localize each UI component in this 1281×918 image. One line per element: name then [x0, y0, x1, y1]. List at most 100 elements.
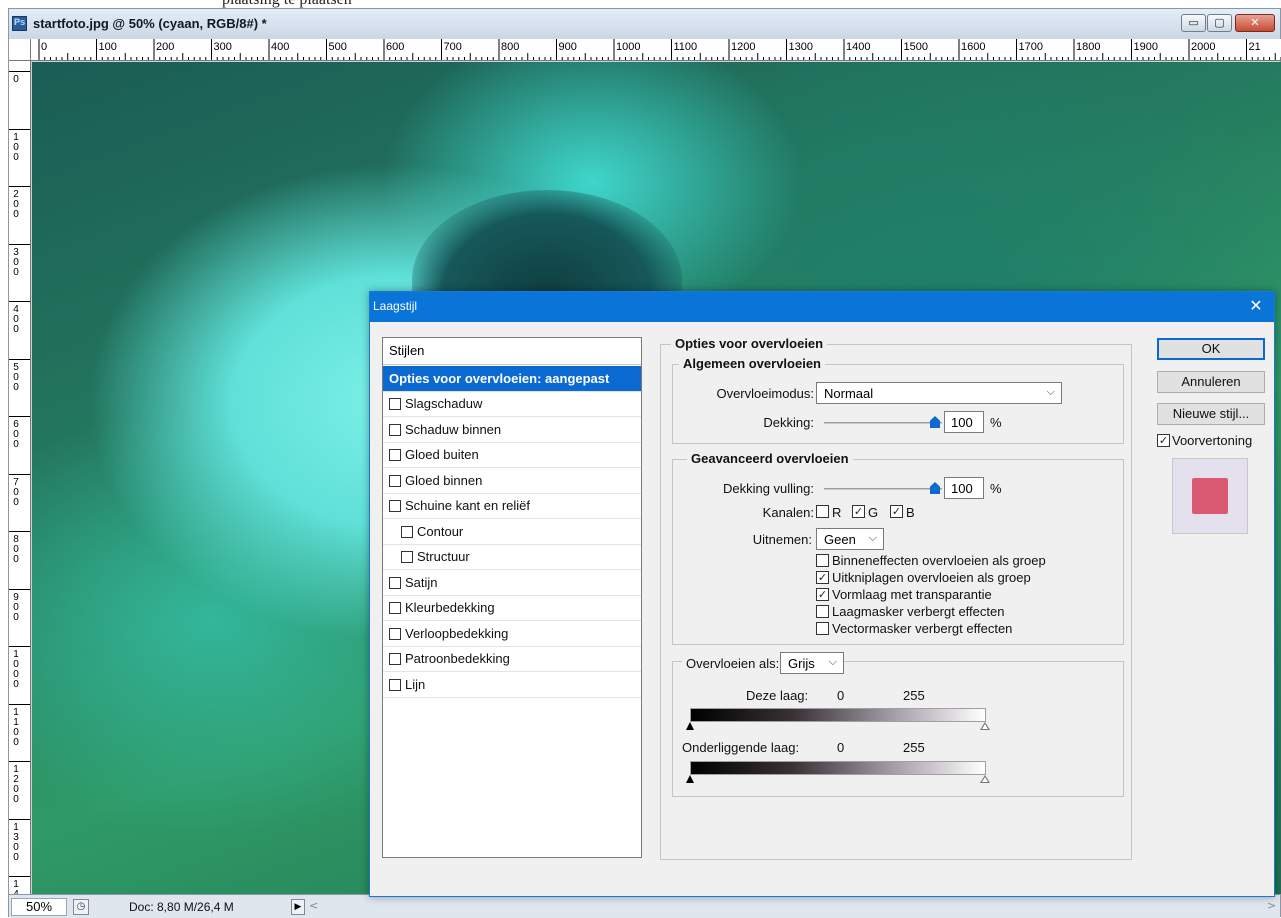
channel-label: R	[832, 505, 842, 520]
underlying-black-slider[interactable]	[686, 775, 694, 783]
style-item[interactable]: Lijn	[383, 673, 641, 698]
minimize-button[interactable]: ▭	[1181, 14, 1206, 32]
chevron-down-icon: ⌵	[868, 531, 877, 544]
style-checkbox[interactable]	[389, 500, 401, 512]
advanced-option-label: Binneneffecten overvloeien als groep	[832, 553, 1046, 568]
channel-r-checkbox[interactable]	[816, 505, 829, 518]
underlying-white-slider[interactable]	[980, 775, 990, 783]
vertical-ruler-tick	[9, 243, 30, 245]
timing-icon[interactable]: ◷	[73, 899, 89, 915]
general-blending-group: Algemeen overvloeien	[672, 356, 1124, 444]
ok-button[interactable]: OK	[1157, 338, 1265, 360]
style-item-label: Satijn	[405, 574, 438, 590]
style-item-label: Gloed buiten	[405, 447, 479, 462]
ruler-label: 1300	[788, 41, 813, 53]
advanced-option-checkbox[interactable]	[816, 605, 829, 618]
advanced-option-checkbox[interactable]: ✓	[816, 588, 829, 601]
style-item[interactable]: Kleurbedekking	[383, 596, 641, 621]
style-item[interactable]: Gloed binnen	[383, 469, 641, 494]
style-checkbox[interactable]	[389, 398, 401, 410]
status-bar: 50% ◷ Doc: 8,80 M/26,4 M ▶ < >	[9, 894, 1280, 918]
vertical-ruler-tick	[9, 473, 30, 475]
ruler-label: 900	[558, 41, 577, 53]
styles-list: Stijlen Opties voor overvloeien: aangepa…	[382, 337, 642, 858]
knockout-value: Geen	[824, 532, 856, 547]
advanced-option-checkbox[interactable]: ✓	[816, 571, 829, 584]
vertical-ruler-tick	[9, 416, 30, 417]
ruler-label: 400	[271, 41, 290, 53]
style-item[interactable]: Contour	[383, 520, 641, 545]
advanced-option-checkbox[interactable]	[816, 554, 829, 567]
this-layer-gradient[interactable]	[690, 708, 986, 722]
style-item[interactable]: Schuine kant en reliëf	[383, 494, 641, 519]
styles-header[interactable]: Stijlen	[383, 338, 641, 365]
scroll-left-arrow[interactable]: <	[309, 899, 318, 912]
dialog-titlebar[interactable]: Laagstijl ✕	[370, 292, 1274, 322]
document-title: startfoto.jpg @ 50% (cyaan, RGB/8#) *	[33, 16, 267, 31]
style-item[interactable]: Schaduw binnen	[383, 418, 641, 443]
window-titlebar[interactable]: Ps startfoto.jpg @ 50% (cyaan, RGB/8#) *…	[9, 9, 1280, 39]
style-item[interactable]: Slagschaduw	[383, 392, 641, 417]
ruler-label: 800	[501, 41, 520, 53]
style-checkbox[interactable]	[401, 551, 413, 563]
dialog-close-icon[interactable]: ✕	[1246, 296, 1266, 316]
style-item-label: Contour	[417, 523, 464, 539]
style-checkbox[interactable]	[389, 474, 401, 487]
vertical-ruler[interactable]: 0 100 200 300 400 500 600 700 800 900 1000 1100 1200…	[9, 61, 31, 894]
ruler-origin[interactable]	[9, 39, 31, 61]
style-item-blending-options[interactable]: Opties voor overvloeien: aangepast	[383, 366, 641, 392]
scroll-right-arrow[interactable]: >	[1267, 899, 1276, 912]
style-item[interactable]: Patroonbedekking	[383, 647, 641, 672]
new-style-button[interactable]: Nieuwe stijl...	[1157, 403, 1265, 425]
vertical-ruler-label: 1100	[13, 706, 19, 748]
style-item[interactable]: Verloopbedekking	[383, 622, 641, 647]
opacity-field[interactable]: 100	[944, 411, 984, 433]
style-item[interactable]: Gloed buiten	[383, 443, 641, 468]
blend-if-group	[672, 661, 1124, 797]
horizontal-ruler[interactable]: 0 100 200 300 400 500 600 700 800 900 1000 1100 1200…	[31, 39, 1281, 61]
ruler-label: 300	[213, 41, 232, 53]
preview-checkbox[interactable]: ✓	[1157, 434, 1170, 447]
style-checkbox[interactable]	[389, 627, 401, 640]
blend-if-select[interactable]: Grijs ⌵	[780, 652, 844, 674]
ruler-label: 1500	[903, 41, 928, 53]
vertical-ruler-tick	[9, 531, 30, 532]
style-checkbox[interactable]	[389, 678, 401, 691]
blend-mode-select[interactable]: Normaal ⌵	[816, 382, 1062, 404]
channel-g-checkbox[interactable]: ✓	[852, 505, 865, 518]
style-item[interactable]: Satijn	[383, 571, 641, 596]
zoom-level-field[interactable]: 50%	[11, 898, 67, 916]
fill-opacity-field[interactable]: 100	[944, 477, 984, 499]
channel-b-checkbox[interactable]: ✓	[890, 505, 903, 518]
style-checkbox[interactable]	[389, 653, 401, 665]
vertical-ruler-label: 900	[13, 591, 19, 623]
close-window-button[interactable]: ✕	[1235, 14, 1275, 32]
top-strip: plaatsing te plaatsen	[0, 0, 1281, 8]
style-checkbox[interactable]	[389, 449, 401, 461]
style-checkbox[interactable]	[401, 525, 413, 538]
ruler-label: 600	[386, 41, 405, 53]
status-menu-arrow[interactable]: ▶	[291, 899, 305, 915]
vertical-ruler-tick	[9, 588, 30, 590]
vertical-ruler-label: 1000	[13, 649, 19, 690]
maximize-button[interactable]: ▢	[1207, 14, 1232, 32]
style-checkbox[interactable]	[389, 576, 401, 589]
ruler-label: 1000	[616, 41, 641, 53]
underlying-max: 255	[903, 740, 925, 755]
vertical-ruler-label: 1300	[13, 821, 19, 863]
blend-mode-value: Normaal	[824, 386, 874, 401]
this-layer-white-slider[interactable]	[980, 722, 990, 730]
style-checkbox[interactable]	[389, 423, 401, 436]
style-checkbox[interactable]	[389, 602, 401, 614]
blend-mode-label: Overvloeimodus:	[716, 386, 814, 401]
knockout-select[interactable]: Geen ⌵	[816, 528, 884, 550]
advanced-option-checkbox[interactable]	[816, 622, 829, 635]
style-item[interactable]: Structuur	[383, 545, 641, 570]
underlying-gradient[interactable]	[690, 761, 986, 775]
opacity-slider-track[interactable]	[824, 422, 942, 424]
fill-slider-track[interactable]	[824, 488, 942, 490]
cancel-button[interactable]: Annuleren	[1157, 371, 1265, 393]
this-layer-black-slider[interactable]	[686, 722, 694, 730]
ruler-label: 1700	[1018, 41, 1043, 53]
preview-label: Voorvertoning	[1172, 433, 1253, 448]
